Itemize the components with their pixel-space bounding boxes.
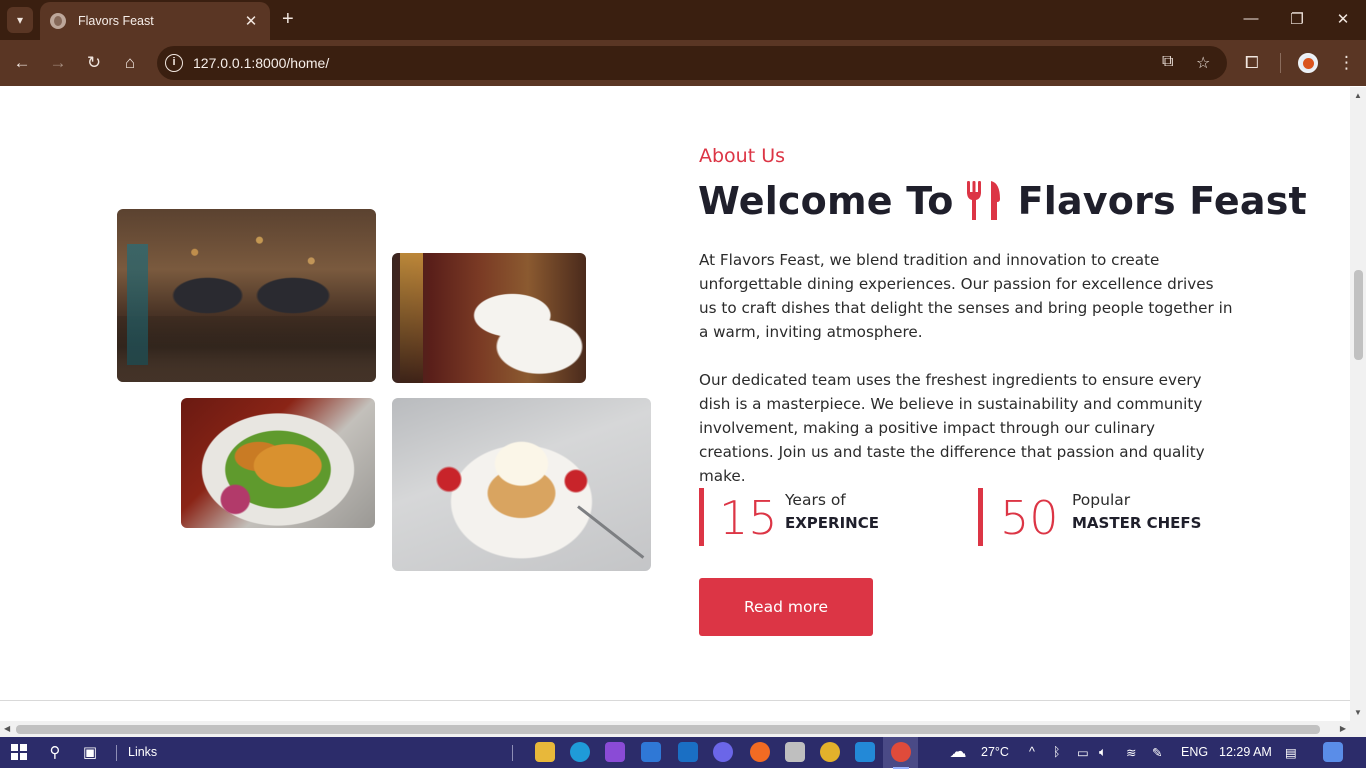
new-tab-button[interactable]: + bbox=[282, 9, 294, 29]
firefox-icon[interactable] bbox=[750, 742, 770, 762]
section-divider bbox=[0, 700, 1350, 701]
section-heading: Welcome To Flavors Feast bbox=[698, 179, 1307, 223]
weather-temperature[interactable]: 27°C bbox=[981, 745, 1009, 759]
file-explorer-icon[interactable] bbox=[535, 742, 555, 762]
site-info-icon[interactable]: i bbox=[165, 54, 183, 72]
globe-icon bbox=[50, 13, 66, 29]
bluetooth-icon[interactable]: ᛒ bbox=[1053, 745, 1061, 759]
restaurant-interior-photo bbox=[117, 209, 376, 382]
outlook-icon[interactable] bbox=[678, 742, 698, 762]
address-bar[interactable]: i 127.0.0.1:8000/home/ ⧉ ☆ bbox=[157, 46, 1227, 80]
tab-flavors-feast[interactable]: Flavors Feast ✕ bbox=[40, 2, 270, 40]
database-icon[interactable] bbox=[785, 742, 805, 762]
read-more-button[interactable]: Read more bbox=[699, 578, 873, 636]
page-viewport: About Us Welcome To Flavors Feast At Fla… bbox=[0, 87, 1350, 721]
scroll-up-icon[interactable]: ▲ bbox=[1354, 91, 1362, 100]
scrollbar-corner bbox=[1350, 721, 1366, 737]
tab-search-button[interactable]: ▾ bbox=[7, 7, 33, 33]
stat-number: 15 bbox=[719, 491, 778, 545]
copilot-sparkle-icon[interactable] bbox=[713, 742, 733, 762]
volume-icon[interactable]: 🔈︎ bbox=[1099, 745, 1107, 760]
stat-master-chefs: 50 Popular MASTER CHEFS bbox=[978, 488, 1238, 546]
app-glasses-icon[interactable] bbox=[605, 742, 625, 762]
heading-text-after: Flavors Feast bbox=[1017, 179, 1307, 223]
pancake-dessert-photo bbox=[392, 398, 651, 571]
close-window-button[interactable]: ✕ bbox=[1320, 10, 1366, 28]
taskbar-divider bbox=[116, 745, 117, 761]
vscode-icon[interactable] bbox=[855, 742, 875, 762]
chrome-active-icon[interactable] bbox=[891, 742, 911, 769]
scroll-right-icon[interactable]: ▶ bbox=[1340, 724, 1346, 733]
input-language[interactable]: ENG bbox=[1181, 745, 1208, 759]
show-hidden-icons-icon[interactable]: ^ bbox=[1029, 745, 1035, 759]
vertical-scrollbar[interactable]: ▲ ▼ bbox=[1350, 87, 1366, 721]
restore-button[interactable]: ❐ bbox=[1274, 10, 1320, 28]
pen-icon[interactable]: ✎ bbox=[1152, 745, 1162, 760]
about-paragraph-2: Our dedicated team uses the freshest ing… bbox=[699, 371, 1205, 485]
clock-time[interactable]: 12:29 AM bbox=[1219, 745, 1272, 759]
back-button[interactable]: ← bbox=[11, 52, 33, 74]
about-paragraph-1: At Flavors Feast, we blend tradition and… bbox=[699, 251, 1233, 341]
scroll-down-icon[interactable]: ▼ bbox=[1354, 708, 1362, 717]
vertical-scroll-thumb[interactable] bbox=[1354, 270, 1363, 360]
url-text[interactable]: 127.0.0.1:8000/home/ bbox=[193, 55, 329, 71]
profile-avatar[interactable] bbox=[1298, 53, 1318, 73]
close-tab-icon[interactable]: ✕ bbox=[242, 12, 260, 30]
scroll-left-icon[interactable]: ◀ bbox=[4, 724, 10, 733]
tab-strip: ▾ Flavors Feast ✕ + — ❐ ✕ bbox=[0, 0, 1366, 40]
toolbar-divider bbox=[1280, 53, 1281, 73]
copilot-icon[interactable] bbox=[1323, 742, 1343, 762]
windows-taskbar: ⚲ ▣ Links ☁ 27°C ^ ᛒ ▭ 🔈︎ ≋ ✎ ENG 12:29 … bbox=[0, 737, 1366, 769]
reload-button[interactable]: ↻ bbox=[83, 52, 105, 74]
edge-icon[interactable] bbox=[570, 742, 590, 762]
weather-cloud-icon[interactable]: ☁ bbox=[948, 742, 968, 762]
utensils-icon bbox=[966, 181, 1000, 220]
meet-camera-icon[interactable]: ▭ bbox=[1077, 745, 1089, 760]
chrome-icon[interactable] bbox=[820, 742, 840, 762]
wifi-icon[interactable]: ≋ bbox=[1126, 745, 1136, 760]
notifications-icon[interactable]: ▤ bbox=[1285, 745, 1297, 760]
samosa-dish-photo bbox=[181, 398, 375, 528]
start-windows-icon[interactable] bbox=[9, 742, 29, 762]
chevron-down-icon: ▾ bbox=[16, 13, 24, 27]
stat-number: 50 bbox=[1000, 491, 1059, 545]
section-eyebrow: About Us bbox=[699, 145, 786, 167]
horizontal-scroll-thumb[interactable] bbox=[16, 725, 1320, 734]
task-view-icon[interactable]: ▣ bbox=[80, 742, 100, 762]
links-toolbar[interactable]: Links bbox=[128, 745, 157, 759]
bookmark-star-icon[interactable]: ☆ bbox=[1196, 53, 1210, 73]
heading-text-before: Welcome To bbox=[698, 179, 954, 223]
search-icon[interactable]: ⚲ bbox=[45, 742, 65, 762]
stat-label-bottom: EXPERINCE bbox=[785, 514, 879, 532]
waiter-serving-photo bbox=[392, 253, 586, 383]
browser-toolbar: ← → ↻ ⌂ i 127.0.0.1:8000/home/ ⧉ ☆ ⧠ ⋮ bbox=[0, 40, 1366, 86]
stat-years-experience: 15 Years of EXPERINCE bbox=[699, 488, 959, 546]
menu-kebab-icon[interactable]: ⋮ bbox=[1338, 52, 1355, 74]
stat-label-top: Popular bbox=[1072, 491, 1131, 509]
home-button[interactable]: ⌂ bbox=[119, 52, 141, 74]
extensions-icon[interactable]: ⧠ bbox=[1245, 52, 1259, 74]
forward-button[interactable]: → bbox=[47, 52, 69, 74]
stat-label-bottom: MASTER CHEFS bbox=[1072, 514, 1202, 532]
translate-icon[interactable]: ⧉ bbox=[1162, 53, 1173, 71]
minimize-button[interactable]: — bbox=[1228, 10, 1274, 27]
horizontal-scrollbar[interactable]: ◀ ▶ bbox=[0, 721, 1350, 737]
tab-title: Flavors Feast bbox=[78, 14, 154, 28]
taskbar-divider bbox=[512, 745, 513, 761]
store-icon[interactable] bbox=[641, 742, 661, 762]
stat-label-top: Years of bbox=[785, 491, 846, 509]
